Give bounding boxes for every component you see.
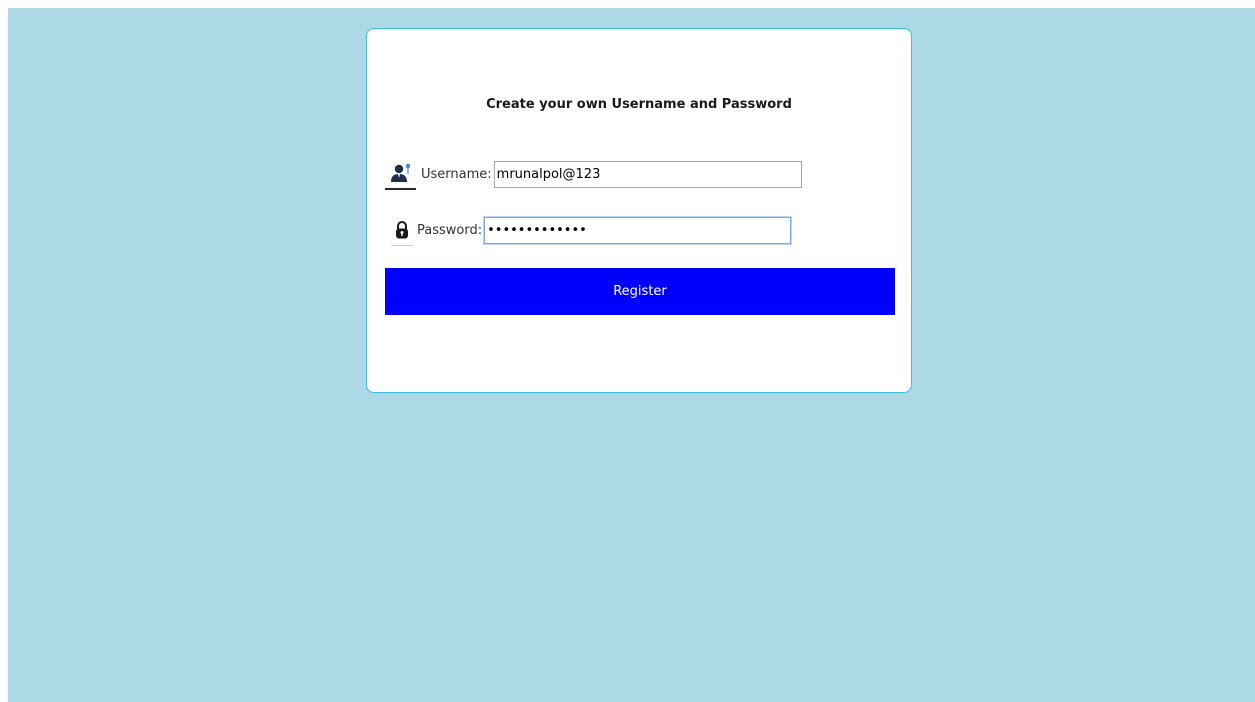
username-row: Username: xyxy=(385,158,802,190)
register-card: Create your own Username and Password Us… xyxy=(366,28,912,393)
username-label: Username: xyxy=(421,166,492,182)
form-title: Create your own Username and Password xyxy=(486,97,792,112)
password-label: Password: xyxy=(417,222,483,238)
username-input[interactable] xyxy=(493,160,802,188)
password-input[interactable] xyxy=(484,216,792,244)
lock-icon xyxy=(391,214,413,246)
user-icon xyxy=(385,158,417,190)
register-button[interactable]: Register xyxy=(385,268,895,315)
password-row: Password: xyxy=(391,214,792,246)
page-background: Create your own Username and Password Us… xyxy=(8,8,1255,702)
